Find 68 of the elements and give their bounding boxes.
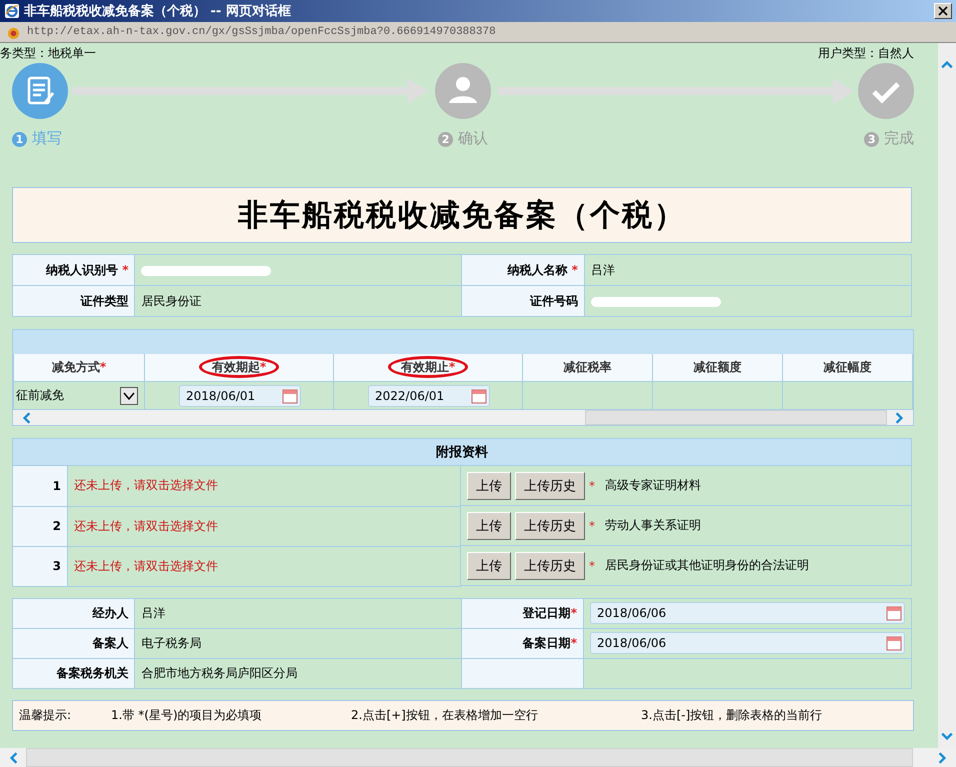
tips-title: 温馨提示: — [19, 706, 72, 724]
column-header: 减征额度 — [694, 360, 742, 374]
calendar-icon — [471, 388, 487, 404]
upload-history-button[interactable]: 上传历史 — [515, 512, 585, 540]
row-number: 3 — [12, 546, 68, 586]
section-header: 附报资料 — [12, 438, 912, 466]
horizontal-scrollbar[interactable] — [0, 748, 956, 767]
column-header: 减免方式* — [52, 360, 106, 374]
field-value: 吕洋 — [590, 262, 615, 276]
tip-text: 3.点击[-]按钮，删除表格的当前行 — [641, 706, 822, 724]
upload-status[interactable]: 还未上传，请双击选择文件 — [74, 518, 218, 532]
calendar-icon — [282, 388, 298, 404]
form-title: 非车船税税收减免备案（个税） — [12, 187, 912, 243]
required-mark: * — [572, 262, 578, 276]
field-label: 经办人 — [92, 606, 128, 620]
date-field[interactable]: 2018/06/06 — [590, 632, 905, 654]
address-text: http://etax.ah-n-tax.gov.cn/gx/gsSsjmba/openFccSsjmba?0.666914970388378 — [27, 26, 496, 38]
close-button[interactable] — [934, 3, 952, 19]
field-label: 证件号码 — [530, 294, 578, 308]
column-header: 有效期起* — [198, 356, 280, 378]
row-number: 2 — [12, 506, 68, 546]
upload-history-button[interactable]: 上传历史 — [515, 552, 585, 580]
window-title: 非车船税税收减免备案（个税） -- 网页对话框 — [24, 2, 292, 20]
document-name: 高级专家证明材料 — [605, 477, 701, 494]
upload-button[interactable]: 上传 — [467, 472, 511, 500]
vertical-scrollbar[interactable] — [938, 43, 956, 748]
field-label: 纳税人名称 — [507, 262, 568, 276]
step-label: 1 填写 — [12, 129, 62, 148]
caret-icon — [120, 386, 138, 404]
calendar-icon — [886, 635, 902, 651]
upload-status[interactable]: 还未上传，请双击选择文件 — [74, 558, 218, 572]
upload-status[interactable]: 还未上传，请双击选择文件 — [74, 478, 218, 492]
step-label: 2 确认 — [438, 129, 488, 148]
upload-button[interactable]: 上传 — [467, 512, 511, 540]
field-label: 登记日期* — [522, 606, 577, 620]
horizontal-scrollbar[interactable] — [13, 410, 913, 425]
date-field[interactable]: 2022/06/01 — [368, 384, 490, 406]
business-type-text: 务类型：地税单一 — [0, 44, 96, 62]
field-label: 备案税务机关 — [56, 666, 128, 680]
tip-text: 1.带 *(星号)的项目为必填项 — [111, 706, 263, 724]
column-header: 有效期止* — [388, 356, 468, 378]
field-value: 合肥市地方税务局庐阳区分局 — [141, 666, 298, 680]
tip-text: 2.点击[+]按钮，在表格增加一空行 — [351, 706, 539, 724]
field-value: 居民身份证 — [141, 294, 202, 308]
browser-icon — [4, 3, 20, 19]
field-label: 备案日期* — [522, 636, 577, 650]
required-mark: * — [589, 518, 595, 532]
row-number: 1 — [12, 466, 68, 506]
calendar-icon — [886, 605, 902, 621]
field-value: 电子税务局 — [141, 636, 202, 650]
field-label: 证件类型 — [80, 294, 128, 308]
field-label: 备案人 — [92, 636, 128, 650]
user-type-text: 用户类型：自然人 — [818, 44, 914, 62]
document-name: 劳动人事关系证明 — [605, 517, 701, 534]
upload-history-button[interactable]: 上传历史 — [515, 472, 585, 500]
field-value: 吕洋 — [141, 606, 166, 620]
required-mark: * — [122, 262, 128, 276]
date-field[interactable]: 2018/06/06 — [590, 602, 905, 624]
step-label: 3 完成 — [864, 129, 914, 148]
close-icon — [938, 6, 948, 16]
document-name: 居民身份证或其他证明身份的合法证明 — [605, 557, 809, 574]
column-header: 减征税率 — [564, 360, 612, 374]
required-mark: * — [589, 478, 595, 492]
field-label: 纳税人识别号 — [46, 262, 118, 276]
column-header: 减征幅度 — [824, 360, 872, 374]
date-field[interactable]: 2018/06/01 — [179, 384, 301, 406]
required-mark: * — [589, 558, 595, 572]
upload-button[interactable]: 上传 — [467, 552, 511, 580]
